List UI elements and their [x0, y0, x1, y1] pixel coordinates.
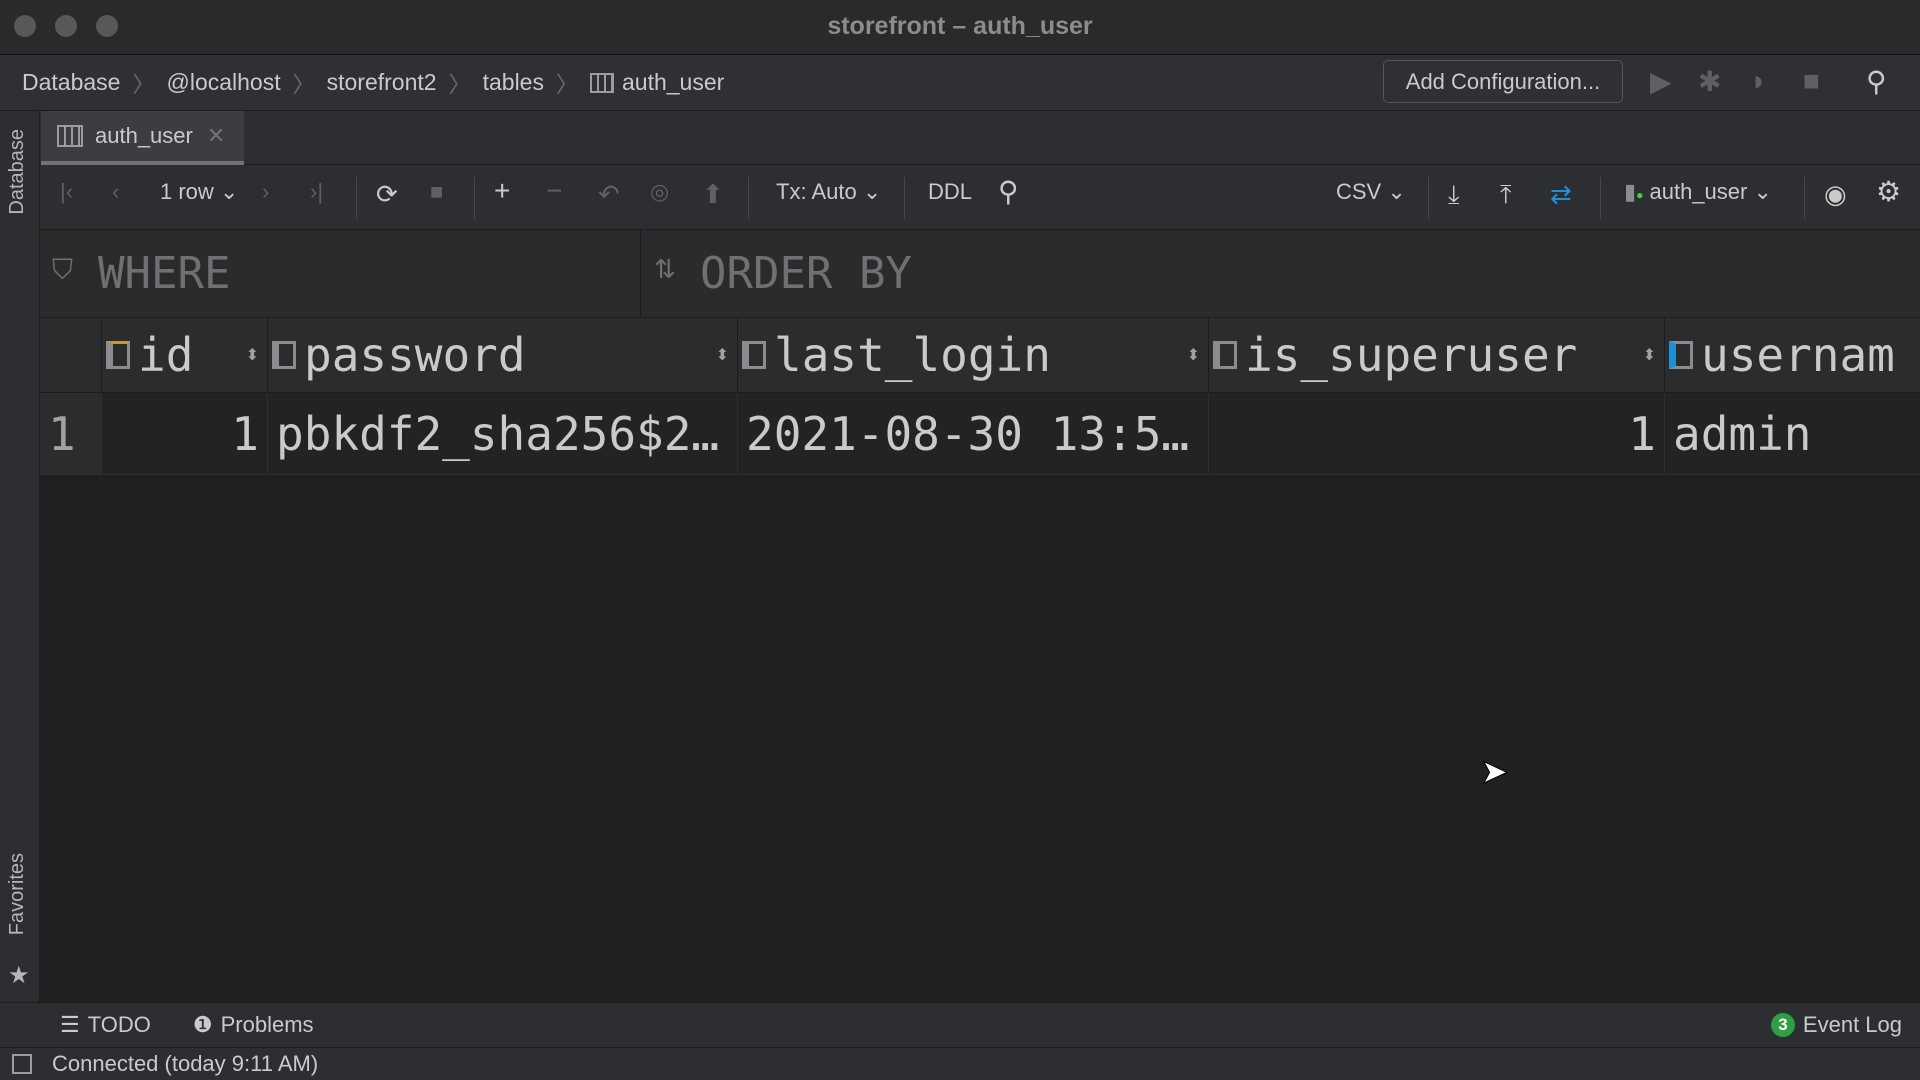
revert-icon[interactable]: ↶ [598, 179, 620, 210]
breadcrumb-table[interactable]: auth_user [622, 69, 724, 96]
primary-key-icon [106, 341, 130, 369]
data-toolbar: |‹ ‹ 1 row ⌄ › ›| ⟳ ■ + − ↶ ◎ ⬆ Tx: Auto… [40, 165, 1920, 230]
left-tool-strip: Database Favorites ★ [0, 111, 40, 1002]
tab-label: auth_user [95, 123, 193, 148]
event-count-badge: 3 [1770, 1013, 1795, 1037]
export-format-dropdown[interactable]: CSV ⌄ [1336, 179, 1406, 205]
add-row-icon[interactable]: + [494, 175, 510, 207]
schema-dropdown[interactable]: ▮● auth_user ⌄ [1624, 179, 1772, 205]
tab-auth-user[interactable]: auth_user ✕ [41, 111, 244, 165]
format-label: CSV [1336, 179, 1382, 204]
status-text: Connected (today 9:11 AM) [52, 1051, 319, 1076]
cell-is-superuser[interactable]: 1 [1209, 393, 1665, 475]
search-icon[interactable]: ⚲ [1866, 65, 1887, 98]
status-bar: Connected (today 9:11 AM) [0, 1047, 1920, 1080]
table-icon [57, 125, 83, 147]
row-number-header [40, 318, 102, 393]
sort-icon[interactable]: ⬍ [1643, 345, 1656, 365]
event-log-tab[interactable]: Event Log [1803, 1012, 1902, 1038]
run-icon[interactable]: ▶ [1650, 65, 1672, 98]
title-bar: storefront – auth_user [0, 0, 1920, 55]
search-icon[interactable]: ⚲ [998, 175, 1019, 208]
rows-label: 1 row [160, 179, 214, 204]
debug-icon[interactable]: ✱ [1698, 65, 1721, 98]
schema-label: auth_user [1649, 179, 1748, 204]
favorites-tool-tab[interactable]: Favorites [6, 853, 29, 935]
ddl-button[interactable]: DDL [928, 179, 972, 205]
column-name: password [304, 328, 526, 382]
breadcrumb-tables[interactable]: tables [483, 69, 544, 96]
next-page-icon[interactable]: › [262, 179, 269, 205]
transaction-mode-dropdown[interactable]: Tx: Auto ⌄ [776, 179, 881, 205]
column-header-last-login[interactable]: last_login ⬍ [738, 318, 1209, 393]
column-header-password[interactable]: password ⬍ [268, 318, 738, 393]
breadcrumb-schema[interactable]: storefront2 [327, 69, 437, 96]
submit-icon[interactable]: ⬆ [702, 179, 724, 210]
info-icon: ❶ [192, 1012, 213, 1037]
delete-row-icon[interactable]: − [546, 175, 562, 207]
coverage-icon[interactable]: ◗ [1750, 65, 1767, 97]
cell-last-login[interactable]: 2021-08-30 13:5… [738, 393, 1209, 475]
todo-tab[interactable]: TODO [88, 1012, 151, 1038]
column-name: id [138, 328, 194, 382]
breadcrumb: Database 〉 @localhost 〉 storefront2 〉 table… [0, 55, 1920, 111]
bottom-tool-bar: ☰ TODO ❶ Problems 3 Event Log [0, 1002, 1920, 1047]
cell-username[interactable]: admin [1665, 393, 1920, 475]
stop-icon[interactable]: ■ [430, 179, 443, 205]
datasource-icon: ▮● [1624, 179, 1644, 204]
close-icon[interactable]: ✕ [207, 123, 225, 149]
filter-icon: ⛉ [52, 254, 74, 285]
list-icon: ☰ [60, 1012, 80, 1037]
breadcrumb-host[interactable]: @localhost [166, 69, 280, 96]
upload-icon[interactable]: ⤒ [1500, 179, 1512, 211]
breadcrumb-database[interactable]: Database [22, 69, 120, 96]
settings-icon[interactable]: ⚙ [1876, 175, 1901, 208]
column-icon [1669, 341, 1693, 369]
column-name: is_superuser [1245, 328, 1578, 382]
row-number[interactable]: 1 [40, 393, 102, 475]
sort-icon[interactable]: ⬍ [246, 345, 259, 365]
sort-icon[interactable]: ⬍ [1187, 345, 1200, 365]
order-by-input[interactable]: ORDER BY [700, 248, 1900, 299]
column-header-id[interactable]: id ⬍ [102, 318, 268, 393]
problems-tab[interactable]: Problems [221, 1012, 314, 1038]
tx-label: Tx: Auto [776, 179, 857, 204]
filter-bar: ⛉ WHERE ⇅ ORDER BY [40, 230, 1920, 318]
compare-icon[interactable]: ⇄ [1550, 179, 1572, 210]
column-header-username[interactable]: usernam [1665, 318, 1920, 393]
column-header-is-superuser[interactable]: is_superuser ⬍ [1209, 318, 1665, 393]
panel-toggle-icon[interactable] [12, 1054, 32, 1074]
refresh-icon[interactable]: ⟳ [376, 179, 398, 210]
first-page-icon[interactable]: |‹ [60, 179, 73, 205]
column-name: last_login [774, 328, 1051, 382]
cell-password[interactable]: pbkdf2_sha256$2… [268, 393, 738, 475]
column-icon [1213, 341, 1237, 369]
download-icon[interactable]: ⤓ [1448, 179, 1460, 211]
table-icon [589, 72, 614, 93]
star-icon: ★ [8, 962, 30, 989]
where-input[interactable]: WHERE [98, 248, 638, 299]
previous-page-icon[interactable]: ‹ [112, 179, 119, 205]
add-configuration-button[interactable]: Add Configuration... [1383, 60, 1623, 103]
stop-icon[interactable]: ■ [1803, 65, 1820, 97]
sort-icon: ⇅ [654, 254, 676, 284]
column-icon [272, 341, 296, 369]
preview-changes-icon[interactable]: ◎ [650, 179, 669, 205]
column-icon [742, 341, 766, 369]
editor-tabs: auth_user ✕ [40, 111, 1920, 165]
last-page-icon[interactable]: ›| [310, 179, 323, 205]
database-tool-tab[interactable]: Database [6, 129, 29, 215]
rows-dropdown[interactable]: 1 row ⌄ [160, 179, 238, 205]
column-name: usernam [1701, 328, 1895, 382]
mouse-cursor: ➤ [1480, 753, 1509, 792]
sort-icon[interactable]: ⬍ [716, 345, 729, 365]
window-title: storefront – auth_user [827, 12, 1093, 40]
cell-id[interactable]: 1 [102, 393, 268, 475]
view-icon[interactable]: ◉ [1824, 179, 1847, 210]
